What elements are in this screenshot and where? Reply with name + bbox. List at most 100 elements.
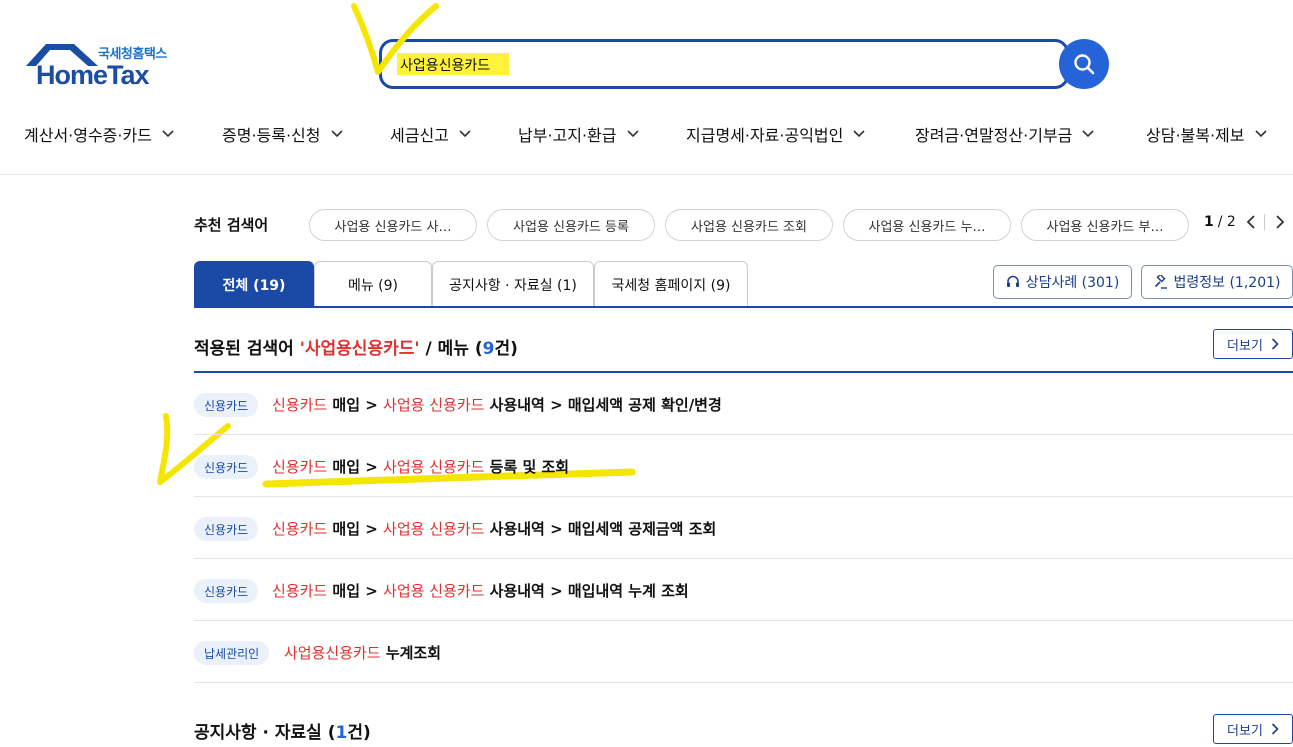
category-badge: 신용카드	[194, 579, 259, 603]
gavel-icon	[1154, 275, 1167, 289]
chevron-right-icon	[1276, 215, 1285, 229]
recommended-label: 추천 검색어	[194, 216, 269, 234]
path-highlight: 사업용신용카드	[284, 644, 381, 662]
result-row[interactable]: 납세관리인 사업용신용카드 누계조회	[194, 621, 1293, 683]
nav-label: 계산서·영수증·카드	[24, 126, 152, 145]
path-text: 매입 >	[327, 582, 384, 600]
chevron-down-icon	[459, 130, 471, 138]
path-highlight: 신용카드	[272, 396, 328, 414]
pager-divider	[1263, 214, 1265, 230]
path-highlight: 사업용 신용카드	[383, 520, 485, 538]
recommended-chip[interactable]: 사업용 신용카드 부…	[1021, 209, 1189, 241]
pager-next-button[interactable]	[1275, 215, 1285, 229]
category-badge: 납세관리인	[194, 641, 270, 665]
tab-notice[interactable]: 공지사항 · 자료실 (1)	[432, 261, 594, 307]
search-input[interactable]	[400, 53, 1000, 77]
tab-menu[interactable]: 메뉴 (9)	[314, 261, 432, 307]
path-highlight: 신용카드	[272, 520, 328, 538]
chevron-left-icon	[1246, 215, 1255, 229]
path-highlight: 신용카드	[272, 458, 328, 476]
hometax-logo[interactable]: 국세청홈택스 HomeTax	[24, 40, 184, 90]
chevron-down-icon	[853, 130, 865, 138]
path-text: 사용내역 > 매입세액 공제금액 조회	[484, 520, 717, 538]
path-text: 사용내역 > 매입내역 누계 조회	[484, 582, 689, 600]
nav-label: 증명·등록·신청	[222, 126, 321, 145]
result-row[interactable]: 신용카드 신용카드 매입 > 사업용 신용카드 사용내역 > 매입내역 누계 조…	[194, 559, 1293, 621]
more-button-notice[interactable]: 더보기	[1213, 714, 1293, 744]
chevron-right-icon	[1271, 723, 1279, 735]
path-highlight: 신용카드	[272, 582, 328, 600]
result-row[interactable]: 신용카드 신용카드 매입 > 사업용 신용카드 등록 및 조회	[194, 435, 1293, 497]
section-title-suffix: 건)	[494, 339, 518, 359]
tab-all[interactable]: 전체 (19)	[194, 261, 314, 307]
search-icon	[1074, 54, 1095, 75]
section-title-prefix: 공지사항 · 자료실 (	[194, 723, 336, 743]
consult-cases-label: 상담사례 (301)	[1025, 275, 1120, 291]
result-link[interactable]: 신용카드 매입 > 사업용 신용카드 등록 및 조회	[272, 456, 569, 477]
nav-label: 지급명세·자료·공익법인	[686, 126, 844, 145]
nav-item-invoice[interactable]: 계산서·영수증·카드	[24, 122, 174, 146]
chevron-down-icon	[162, 130, 174, 138]
recommended-pager: 1 / 2	[1204, 214, 1285, 230]
result-row[interactable]: 신용카드 신용카드 매입 > 사업용 신용카드 사용내역 > 매입세액 공제금액…	[194, 497, 1293, 559]
recommended-chip[interactable]: 사업용 신용카드 사…	[309, 209, 477, 241]
result-link[interactable]: 신용카드 매입 > 사업용 신용카드 사용내역 > 매입내역 누계 조회	[272, 580, 689, 601]
nav-item-certificate[interactable]: 증명·등록·신청	[222, 122, 343, 146]
recommended-chip[interactable]: 사업용 신용카드 누…	[843, 209, 1011, 241]
search-button[interactable]	[1059, 39, 1109, 89]
nav-divider	[0, 174, 1293, 175]
nav-label: 상담·불복·제보	[1146, 126, 1245, 145]
result-link[interactable]: 신용카드 매입 > 사업용 신용카드 사용내역 > 매입세액 공제 확인/변경	[272, 394, 722, 415]
path-text: 누계조회	[380, 644, 442, 662]
result-row[interactable]: 신용카드 신용카드 매입 > 사업용 신용카드 사용내역 > 매입세액 공제 확…	[194, 373, 1293, 435]
tab-nts-homepage[interactable]: 국세청 홈페이지 (9)	[594, 261, 748, 307]
category-badge: 신용카드	[194, 517, 259, 541]
chevron-down-icon	[330, 130, 343, 138]
section-title-menu: 적용된 검색어 '사업용신용카드' / 메뉴 (9건)	[194, 334, 518, 359]
pager-total: / 2	[1217, 214, 1236, 230]
section-title-mid: / 메뉴 (	[419, 339, 483, 359]
nav-item-tax-report[interactable]: 세금신고	[390, 122, 471, 146]
search-box	[379, 39, 1069, 89]
consult-cases-button[interactable]: 상담사례 (301)	[993, 265, 1132, 299]
more-label: 더보기	[1227, 338, 1263, 354]
section-title-notice: 공지사항 · 자료실 (1건)	[194, 718, 371, 743]
applied-query: '사업용신용카드'	[299, 339, 420, 359]
path-highlight: 사업용 신용카드	[383, 458, 485, 476]
logo-title: HomeTax	[36, 60, 150, 90]
more-label: 더보기	[1227, 723, 1263, 739]
law-info-button[interactable]: 법령정보 (1,201)	[1141, 265, 1293, 299]
path-highlight: 사업용 신용카드	[383, 582, 485, 600]
category-badge: 신용카드	[194, 393, 259, 417]
pager-prev-button[interactable]	[1246, 215, 1256, 229]
main-navigation: 계산서·영수증·카드 증명·등록·신청 세금신고 납부·고지·환급 지급명세·자…	[0, 118, 1293, 148]
pager-current: 1	[1204, 214, 1214, 230]
chevron-down-icon	[1254, 130, 1267, 138]
more-button-menu[interactable]: 더보기	[1213, 329, 1293, 359]
result-count: 1	[335, 723, 348, 743]
result-link[interactable]: 신용카드 매입 > 사업용 신용카드 사용내역 > 매입세액 공제금액 조회	[272, 518, 716, 539]
nav-item-payment[interactable]: 납부·고지·환급	[518, 122, 639, 146]
nav-label: 세금신고	[390, 126, 449, 145]
path-text: 등록 및 조회	[484, 458, 570, 476]
result-link[interactable]: 사업용신용카드 누계조회	[284, 642, 441, 663]
chevron-right-icon	[1271, 338, 1279, 350]
result-count: 9	[482, 339, 495, 359]
recommended-chip[interactable]: 사업용 신용카드 조회	[665, 209, 833, 241]
chevron-down-icon	[1082, 130, 1094, 138]
category-badge: 신용카드	[194, 455, 259, 479]
nav-item-payment-statement[interactable]: 지급명세·자료·공익법인	[686, 122, 865, 146]
law-info-label: 법령정보 (1,201)	[1173, 275, 1281, 291]
path-text: 매입 >	[327, 396, 384, 414]
nav-item-consult[interactable]: 상담·불복·제보	[1146, 122, 1267, 146]
section-title-prefix: 적용된 검색어	[194, 339, 300, 359]
nav-item-incentive[interactable]: 장려금·연말정산·기부금	[915, 122, 1094, 146]
path-highlight: 사업용 신용카드	[383, 396, 485, 414]
path-text: 사용내역 > 매입세액 공제 확인/변경	[484, 396, 722, 414]
chevron-down-icon	[626, 130, 639, 138]
path-text: 매입 >	[327, 520, 384, 538]
nav-label: 납부·고지·환급	[518, 126, 617, 145]
section-title-suffix: 건)	[347, 723, 371, 743]
recommended-chip[interactable]: 사업용 신용카드 등록	[487, 209, 655, 241]
path-text: 매입 >	[327, 458, 384, 476]
